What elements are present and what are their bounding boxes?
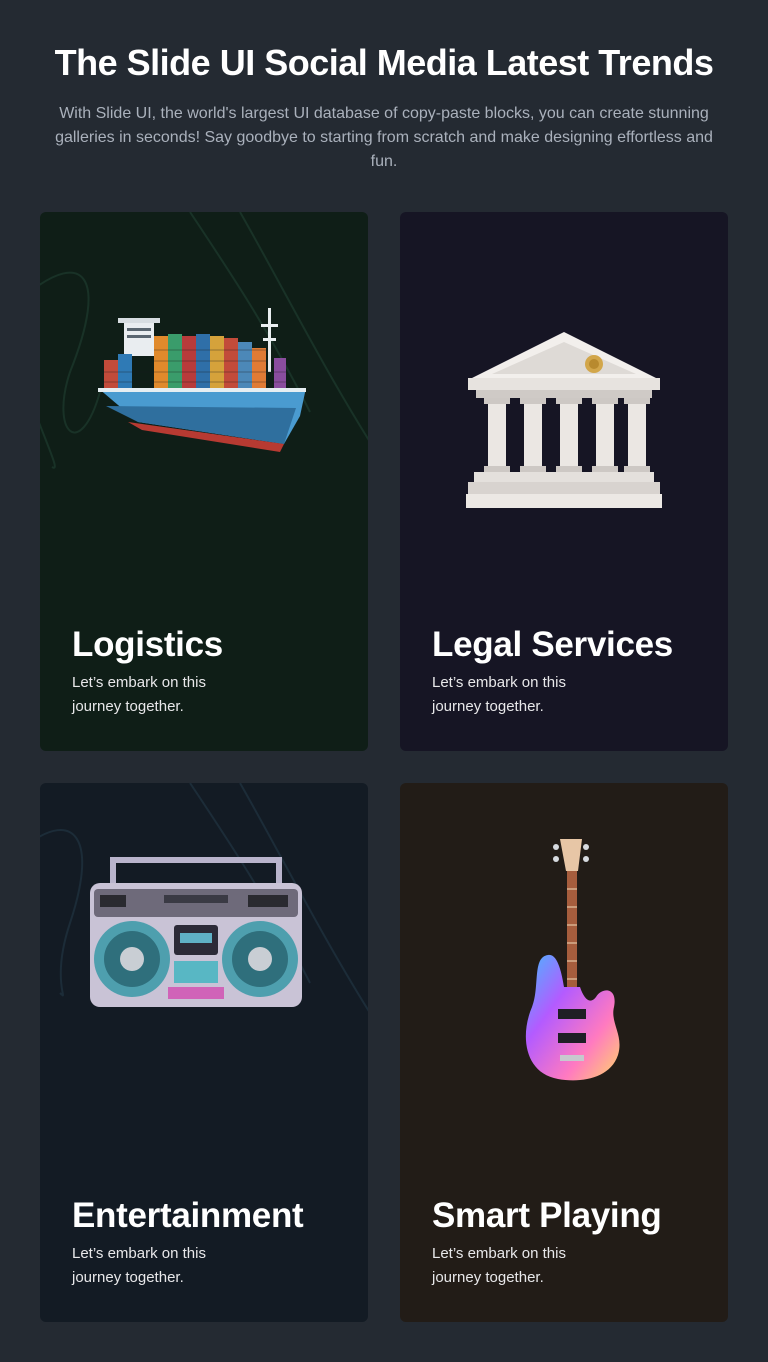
- card-legal-services[interactable]: Legal Services Let’s embark on this jour…: [400, 212, 728, 751]
- card-text: Logistics Let’s embark on this journey t…: [72, 622, 342, 719]
- card-title: Entertainment: [72, 1196, 304, 1235]
- cargo-ship-icon: [98, 308, 306, 452]
- page-subtitle: With Slide UI, the world's largest UI da…: [55, 105, 713, 170]
- card-text: Entertainment Let’s embark on this journ…: [72, 1193, 342, 1290]
- electric-guitar-icon: [525, 839, 620, 1081]
- card-title: Logistics: [72, 625, 223, 664]
- card-title: Legal Services: [432, 625, 673, 664]
- boombox-icon: [90, 857, 302, 1007]
- courthouse-icon: [466, 332, 662, 508]
- card-text: Smart Playing Let’s embark on this journ…: [432, 1193, 702, 1290]
- card-title: Smart Playing: [432, 1196, 662, 1235]
- card-entertainment[interactable]: Entertainment Let’s embark on this journ…: [40, 783, 368, 1322]
- card-logistics[interactable]: Logistics Let’s embark on this journey t…: [40, 212, 368, 751]
- card-description: Let’s embark on this journey together.: [432, 1245, 566, 1286]
- card-description: Let’s embark on this journey together.: [432, 674, 566, 715]
- card-text: Legal Services Let’s embark on this jour…: [432, 622, 702, 719]
- card-smart-playing[interactable]: Smart Playing Let’s embark on this journ…: [400, 783, 728, 1322]
- card-description: Let’s embark on this journey together.: [72, 674, 206, 715]
- page-title: The Slide UI Social Media Latest Trends: [54, 42, 714, 83]
- page-header: The Slide UI Social Media Latest Trends …: [0, 40, 768, 174]
- card-description: Let’s embark on this journey together.: [72, 1245, 206, 1286]
